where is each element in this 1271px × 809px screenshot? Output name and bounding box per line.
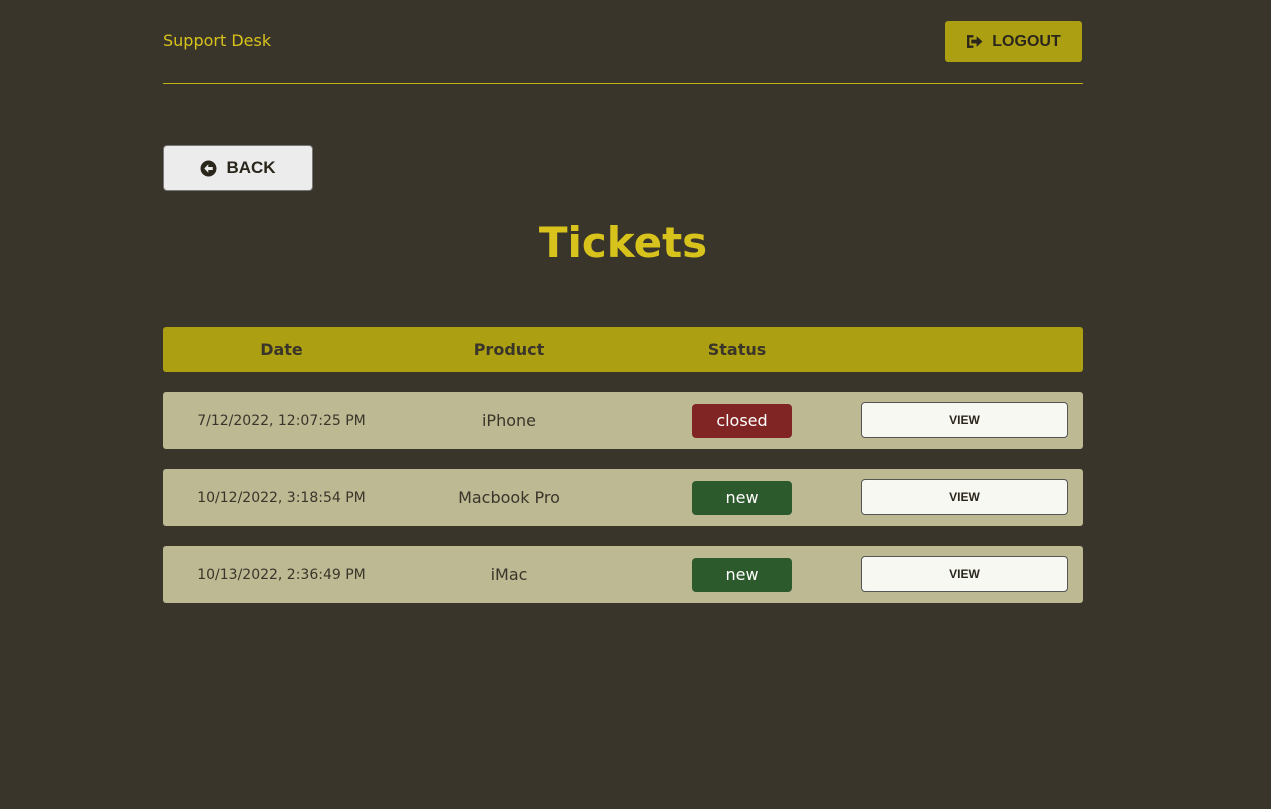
- ticket-product: iPhone: [481, 411, 536, 430]
- view-ticket-button[interactable]: VIEW: [861, 402, 1068, 438]
- status-badge: new: [692, 557, 792, 592]
- site-header: Support Desk LOGOUT: [163, 0, 1083, 84]
- column-header-date: Date: [260, 340, 303, 359]
- back-label: BACK: [226, 158, 276, 177]
- arrow-circle-left-icon: [200, 160, 217, 176]
- page-container: Support Desk LOGOUT BACK Tickets Date Pr…: [163, 0, 1083, 809]
- column-header-status: Status: [707, 340, 767, 359]
- view-ticket-button[interactable]: VIEW: [861, 556, 1068, 592]
- ticket-product: Macbook Pro: [458, 488, 560, 507]
- status-cell: new: [623, 546, 851, 603]
- table-header: Date Product Status: [163, 327, 1083, 372]
- view-ticket-button[interactable]: VIEW: [861, 479, 1068, 515]
- table-row: 7/12/2022, 12:07:25 PM iPhone closed VIE…: [163, 392, 1083, 449]
- sign-out-icon: [967, 35, 983, 48]
- page-title: Tickets: [538, 218, 708, 267]
- back-button[interactable]: BACK: [163, 145, 313, 191]
- ticket-product: iMac: [490, 565, 528, 584]
- column-header-product: Product: [473, 340, 545, 359]
- ticket-date: 7/12/2022, 12:07:25 PM: [197, 412, 366, 429]
- status-badge: new: [692, 480, 792, 515]
- table-row: 10/13/2022, 2:36:49 PM iMac new VIEW: [163, 546, 1083, 603]
- logout-button[interactable]: LOGOUT: [945, 21, 1082, 62]
- brand-link[interactable]: Support Desk: [163, 31, 271, 50]
- ticket-date: 10/12/2022, 3:18:54 PM: [197, 489, 366, 506]
- table-row: 10/12/2022, 3:18:54 PM Macbook Pro new V…: [163, 469, 1083, 526]
- ticket-date: 10/13/2022, 2:36:49 PM: [197, 566, 366, 583]
- logout-label: LOGOUT: [992, 32, 1061, 50]
- status-badge: closed: [692, 403, 792, 438]
- status-cell: closed: [623, 392, 851, 449]
- status-cell: new: [623, 469, 851, 526]
